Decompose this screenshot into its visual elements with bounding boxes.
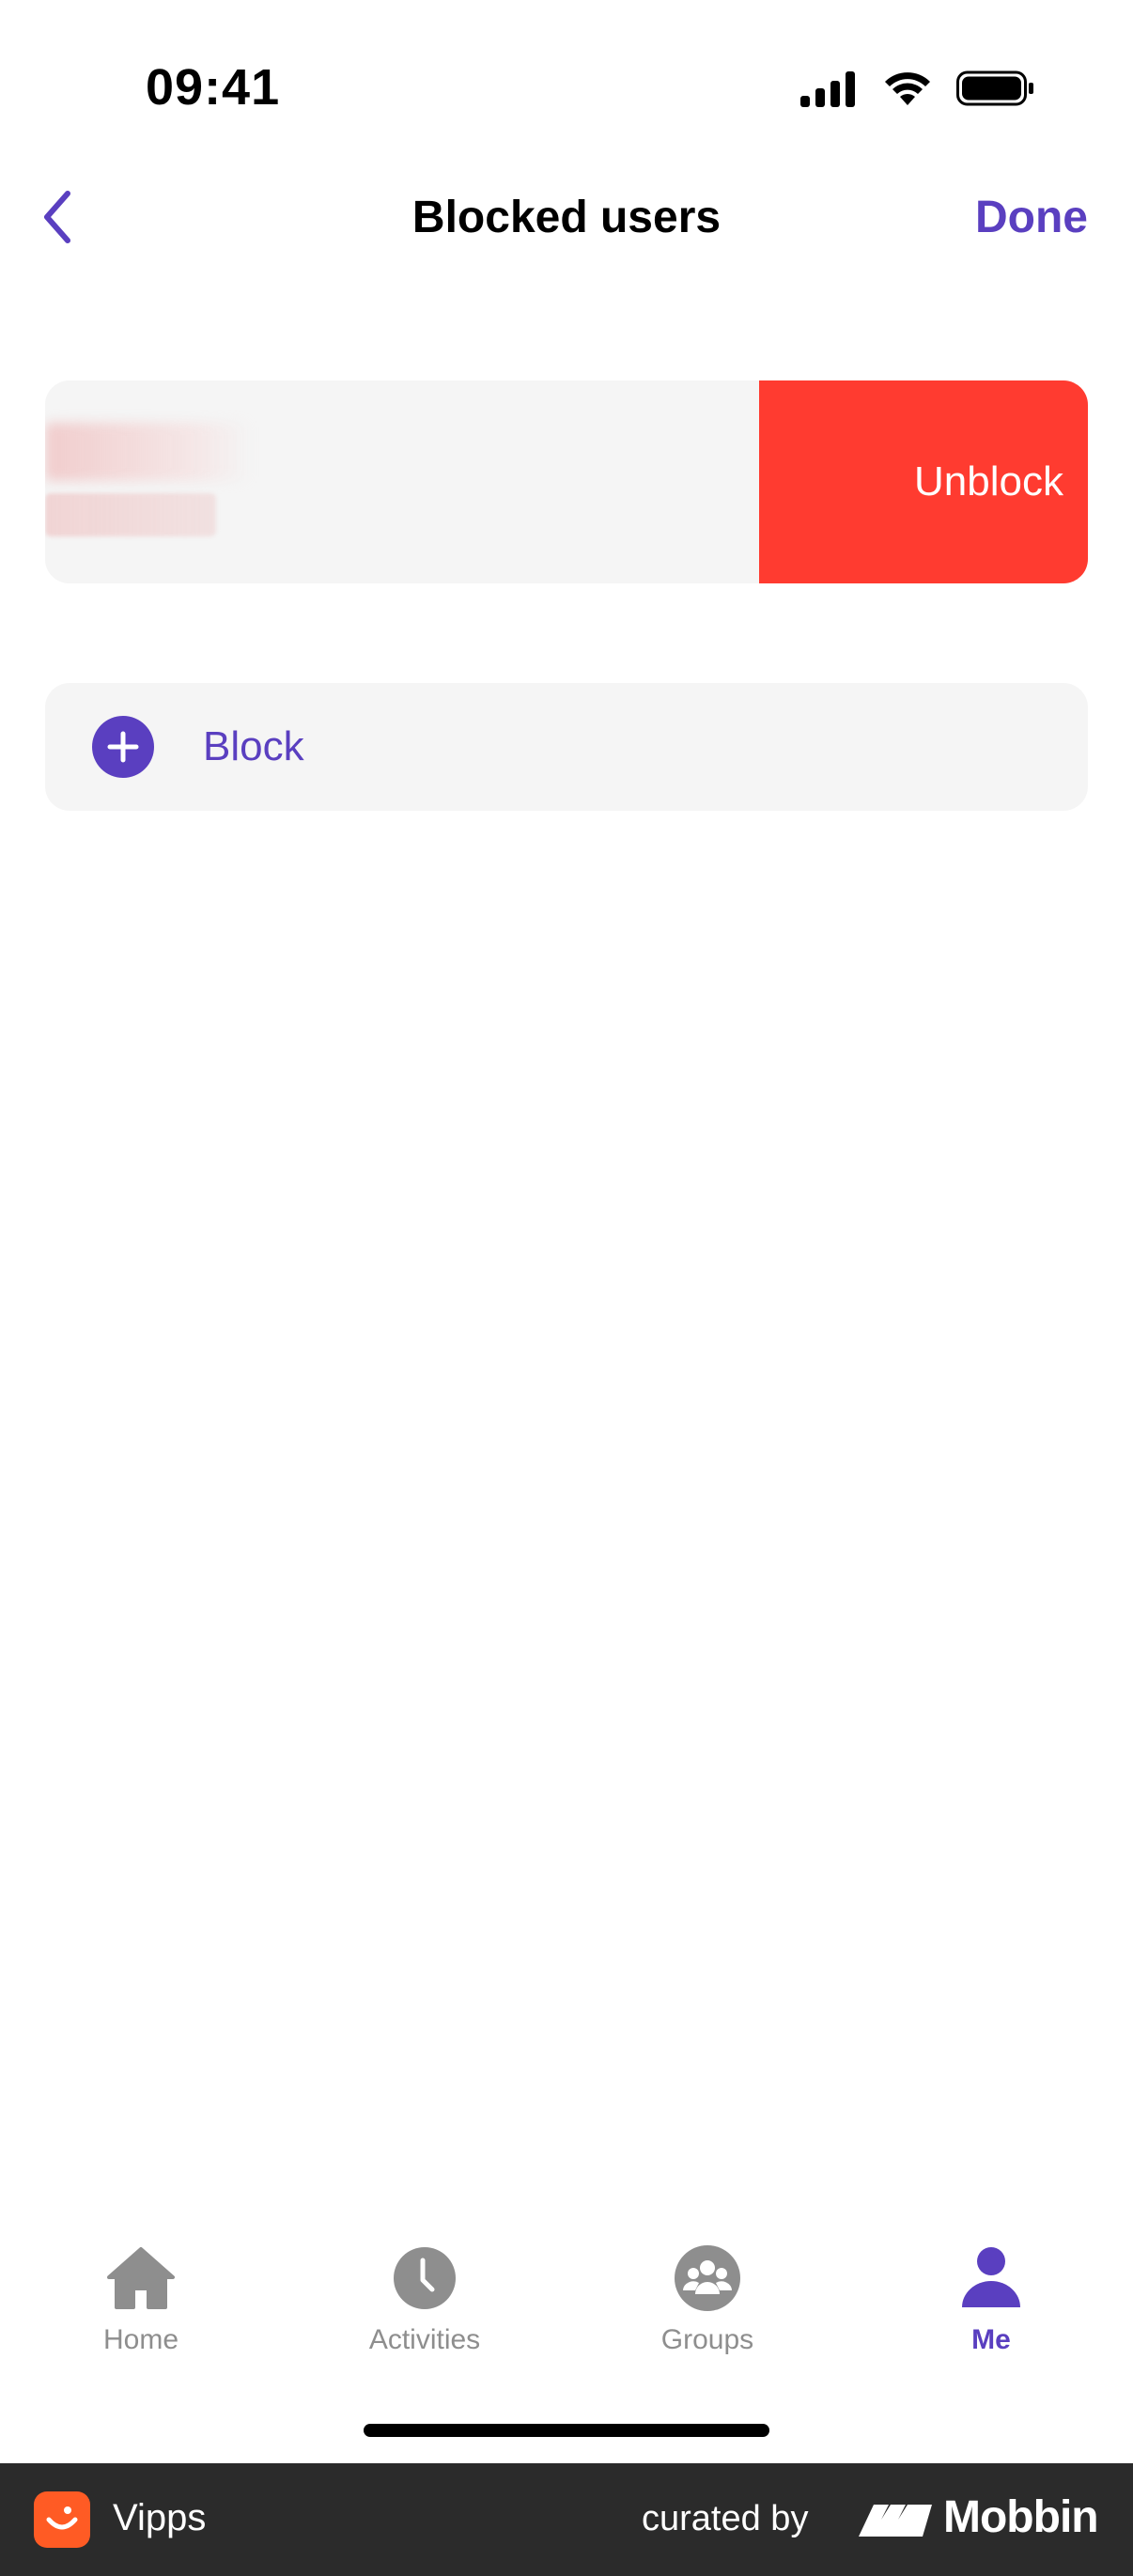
tab-activities[interactable]: Activities <box>331 2245 519 2356</box>
blurred-user-detail <box>45 493 216 536</box>
status-icons <box>800 70 1035 107</box>
page-title: Blocked users <box>411 193 722 242</box>
home-indicator <box>364 2424 769 2437</box>
unblock-button[interactable]: Unblock <box>759 380 1088 583</box>
signal-icon <box>800 71 855 107</box>
done-button[interactable]: Done <box>975 192 1088 243</box>
tab-activities-label: Activities <box>368 2324 481 2355</box>
group-icon <box>675 2245 740 2311</box>
wifi-icon <box>885 72 930 105</box>
vipps-logo-icon <box>34 2491 90 2548</box>
tab-me[interactable]: Me <box>897 2245 1085 2356</box>
unblock-label: Unblock <box>914 458 1063 504</box>
plus-icon <box>92 716 154 778</box>
block-user-button[interactable]: Block <box>45 683 1088 811</box>
tab-home-label: Home <box>102 2324 179 2355</box>
footer-brand-name: Mobbin <box>943 2492 1099 2542</box>
tab-groups[interactable]: Groups <box>613 2245 801 2356</box>
home-icon <box>107 2247 175 2309</box>
person-icon <box>962 2247 1020 2307</box>
footer-curated-text: curated by <box>642 2499 809 2538</box>
blocked-user-row[interactable]: Unblock <box>45 380 1088 583</box>
block-label: Block <box>203 723 304 769</box>
blurred-user-name <box>45 423 252 481</box>
tab-groups-label: Groups <box>660 2324 754 2355</box>
footer-banner: Vipps curated by Mobbin <box>0 2463 1133 2576</box>
battery-icon <box>956 70 1033 106</box>
blocked-user-info[interactable] <box>45 380 759 583</box>
clock-icon <box>394 2247 456 2309</box>
status-time: 09:41 <box>146 59 281 116</box>
tab-me-label: Me <box>971 2324 1011 2355</box>
tab-home[interactable]: Home <box>47 2245 235 2356</box>
footer-app-name: Vipps <box>113 2497 207 2538</box>
mobbin-logo-icon <box>859 2505 932 2537</box>
